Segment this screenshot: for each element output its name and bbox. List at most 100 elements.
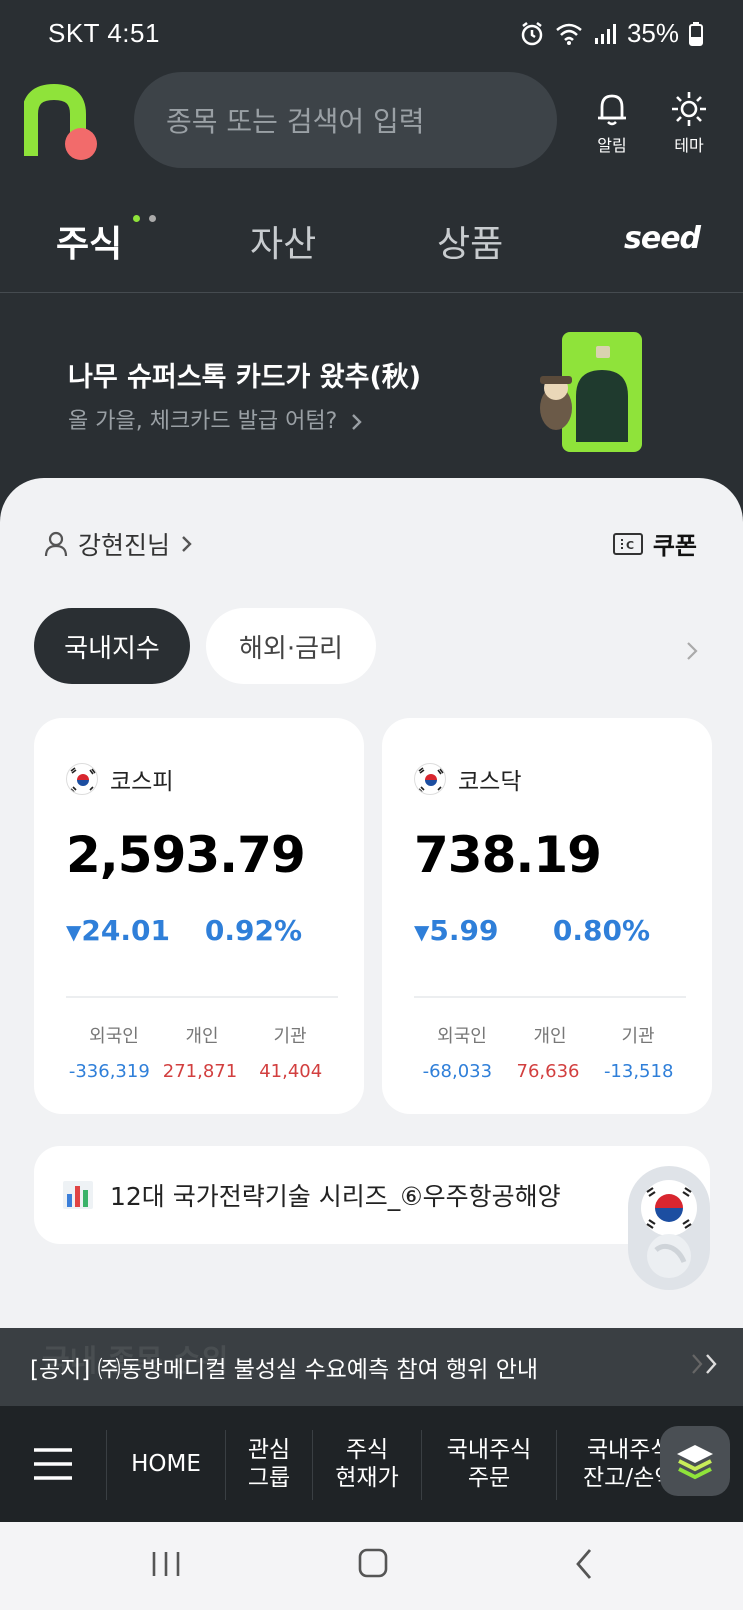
back-button[interactable] bbox=[570, 1546, 598, 1586]
index-change: ▼24.01 bbox=[66, 914, 170, 947]
sun-icon bbox=[672, 92, 706, 126]
investor-values: -68,033 76,636 -13,518 bbox=[412, 1061, 684, 1082]
index-name-row: 코스피 bbox=[66, 762, 173, 796]
korea-flag-icon bbox=[414, 763, 446, 795]
namuh-logo[interactable] bbox=[22, 83, 104, 164]
person-icon bbox=[44, 531, 68, 557]
recent-apps-button[interactable] bbox=[150, 1546, 182, 1586]
institution-label: 기관 bbox=[621, 1026, 655, 1047]
check-card-image bbox=[530, 330, 650, 460]
bar-chart-icon bbox=[63, 1181, 93, 1209]
chevron-right-icon bbox=[182, 536, 192, 552]
new-dot-gray bbox=[149, 215, 156, 222]
layers-button[interactable] bbox=[660, 1426, 730, 1496]
institution-label: 기관 bbox=[273, 1026, 307, 1047]
promo-banner[interactable]: 나무 슈퍼스톡 카드가 왔추(秋) 올 가을, 체크카드 발급 어텀? bbox=[0, 295, 743, 490]
chevron-right-icon bbox=[352, 414, 362, 430]
foreign-value: -336,319 bbox=[68, 1061, 150, 1082]
back-chevron-icon bbox=[576, 1549, 592, 1579]
kosdaq-card[interactable]: 코스닥 738.19 ▼5.99 0.80% 외국인 개인 기관 -68,033… bbox=[382, 718, 712, 1114]
chevron-right-icon bbox=[687, 642, 698, 660]
korea-flag-icon bbox=[641, 1180, 697, 1278]
index-change: ▼5.99 bbox=[414, 914, 499, 947]
tab-stocks[interactable]: 주식 bbox=[56, 215, 122, 267]
alarm-button[interactable]: 알림 bbox=[582, 90, 642, 156]
bottom-nav: HOME 관심 그룹 주식 현재가 국내주식 주문 국내주식 잔고/손익 bbox=[0, 1406, 743, 1522]
app-header: 종목 또는 검색어 입력 알림 테마 bbox=[0, 70, 743, 190]
notice-chevron[interactable] bbox=[691, 1352, 721, 1380]
foreign-label: 외국인 bbox=[89, 1026, 139, 1047]
system-nav-bar bbox=[0, 1522, 743, 1610]
battery-percent: 35% bbox=[626, 18, 679, 48]
new-dot-green bbox=[133, 215, 140, 222]
hamburger-icon bbox=[34, 1448, 72, 1480]
index-change-percent: 0.80% bbox=[552, 914, 650, 947]
investor-labels: 외국인 개인 기관 bbox=[74, 1022, 330, 1048]
more-indices-button[interactable] bbox=[685, 640, 699, 666]
theme-button[interactable]: 테마 bbox=[659, 90, 719, 156]
battery-icon bbox=[689, 21, 703, 46]
layers-icon bbox=[677, 1445, 713, 1480]
index-name-row: 코스닥 bbox=[414, 762, 521, 796]
index-value: 738.19 bbox=[414, 826, 602, 884]
investor-values: -336,319 271,871 41,404 bbox=[64, 1061, 336, 1082]
news-banner[interactable]: 12대 국가전략기술 시리즈_⑥우주항공해양 bbox=[34, 1146, 710, 1244]
investor-labels: 외국인 개인 기관 bbox=[422, 1022, 678, 1048]
status-icons: 35% bbox=[519, 18, 703, 49]
index-name: 코스닥 bbox=[458, 769, 522, 795]
alarm-label: 알림 bbox=[597, 136, 627, 155]
theme-label: 테마 bbox=[674, 136, 704, 155]
individual-value: 271,871 bbox=[162, 1061, 238, 1082]
wifi-icon bbox=[555, 22, 583, 46]
user-name: 강현진님 bbox=[78, 531, 171, 560]
tab-overseas-rates[interactable]: 해외·금리 bbox=[206, 608, 376, 684]
home-square-icon bbox=[358, 1548, 388, 1578]
divider bbox=[66, 996, 338, 998]
down-triangle-icon: ▼ bbox=[414, 920, 430, 944]
tab-products[interactable]: 상품 bbox=[437, 215, 503, 267]
floating-region-toggle[interactable] bbox=[628, 1166, 710, 1290]
user-profile-link[interactable]: 강현진님 bbox=[44, 526, 194, 562]
carrier-time: SKT 4:51 bbox=[48, 18, 160, 48]
index-value: 2,593.79 bbox=[66, 826, 306, 884]
tab-seed[interactable]: seed bbox=[624, 221, 701, 256]
nav-domestic-balance[interactable]: 국내주식 잔고/손익 bbox=[557, 1406, 667, 1522]
foreign-value: -68,033 bbox=[422, 1061, 493, 1082]
coupon-icon: C bbox=[612, 532, 643, 555]
index-change-percent: 0.92% bbox=[204, 914, 302, 947]
home-system-button[interactable] bbox=[356, 1546, 392, 1586]
institution-value: 41,404 bbox=[259, 1061, 323, 1082]
notice-ghost-text: 국내 종목 순위 bbox=[42, 1344, 229, 1379]
search-placeholder: 종목 또는 검색어 입력 bbox=[166, 105, 425, 138]
nav-domestic-order[interactable]: 국내주식 주문 bbox=[422, 1406, 556, 1522]
korea-flag-icon bbox=[66, 763, 98, 795]
svg-text:C: C bbox=[626, 539, 634, 552]
status-bar: SKT 4:51 35% bbox=[0, 0, 743, 70]
bell-icon bbox=[598, 94, 626, 126]
index-name: 코스피 bbox=[110, 769, 174, 795]
nav-watchlist[interactable]: 관심 그룹 bbox=[226, 1406, 312, 1522]
main-tabs: 주식 자산 상품 seed bbox=[0, 195, 743, 293]
individual-label: 개인 bbox=[185, 1026, 219, 1047]
kospi-card[interactable]: 코스피 2,593.79 ▼24.01 0.92% 외국인 개인 기관 -336… bbox=[34, 718, 364, 1114]
down-triangle-icon: ▼ bbox=[66, 920, 82, 944]
nav-stock-price[interactable]: 주식 현재가 bbox=[313, 1406, 421, 1522]
recent-apps-icon bbox=[152, 1552, 180, 1576]
coupon-button[interactable]: C 쿠폰 bbox=[612, 526, 697, 561]
chevron-right-icon bbox=[692, 1354, 717, 1374]
tab-assets[interactable]: 자산 bbox=[250, 215, 316, 267]
news-text: 12대 국가전략기술 시리즈_⑥우주항공해양 bbox=[110, 1182, 561, 1211]
banner-subtitle: 올 가을, 체크카드 발급 어텀? bbox=[68, 403, 364, 435]
foreign-label: 외국인 bbox=[437, 1026, 487, 1047]
banner-title: 나무 슈퍼스톡 카드가 왔추(秋) bbox=[68, 362, 422, 393]
alarm-status-icon bbox=[519, 21, 545, 47]
search-input[interactable]: 종목 또는 검색어 입력 bbox=[134, 72, 557, 168]
menu-button[interactable] bbox=[0, 1406, 106, 1522]
divider bbox=[414, 996, 686, 998]
tab-domestic-index[interactable]: 국내지수 bbox=[34, 608, 190, 684]
individual-value: 76,636 bbox=[516, 1061, 580, 1082]
individual-label: 개인 bbox=[533, 1026, 567, 1047]
nav-home[interactable]: HOME bbox=[107, 1406, 225, 1522]
signal-icon bbox=[593, 22, 617, 46]
institution-value: -13,518 bbox=[603, 1061, 674, 1082]
